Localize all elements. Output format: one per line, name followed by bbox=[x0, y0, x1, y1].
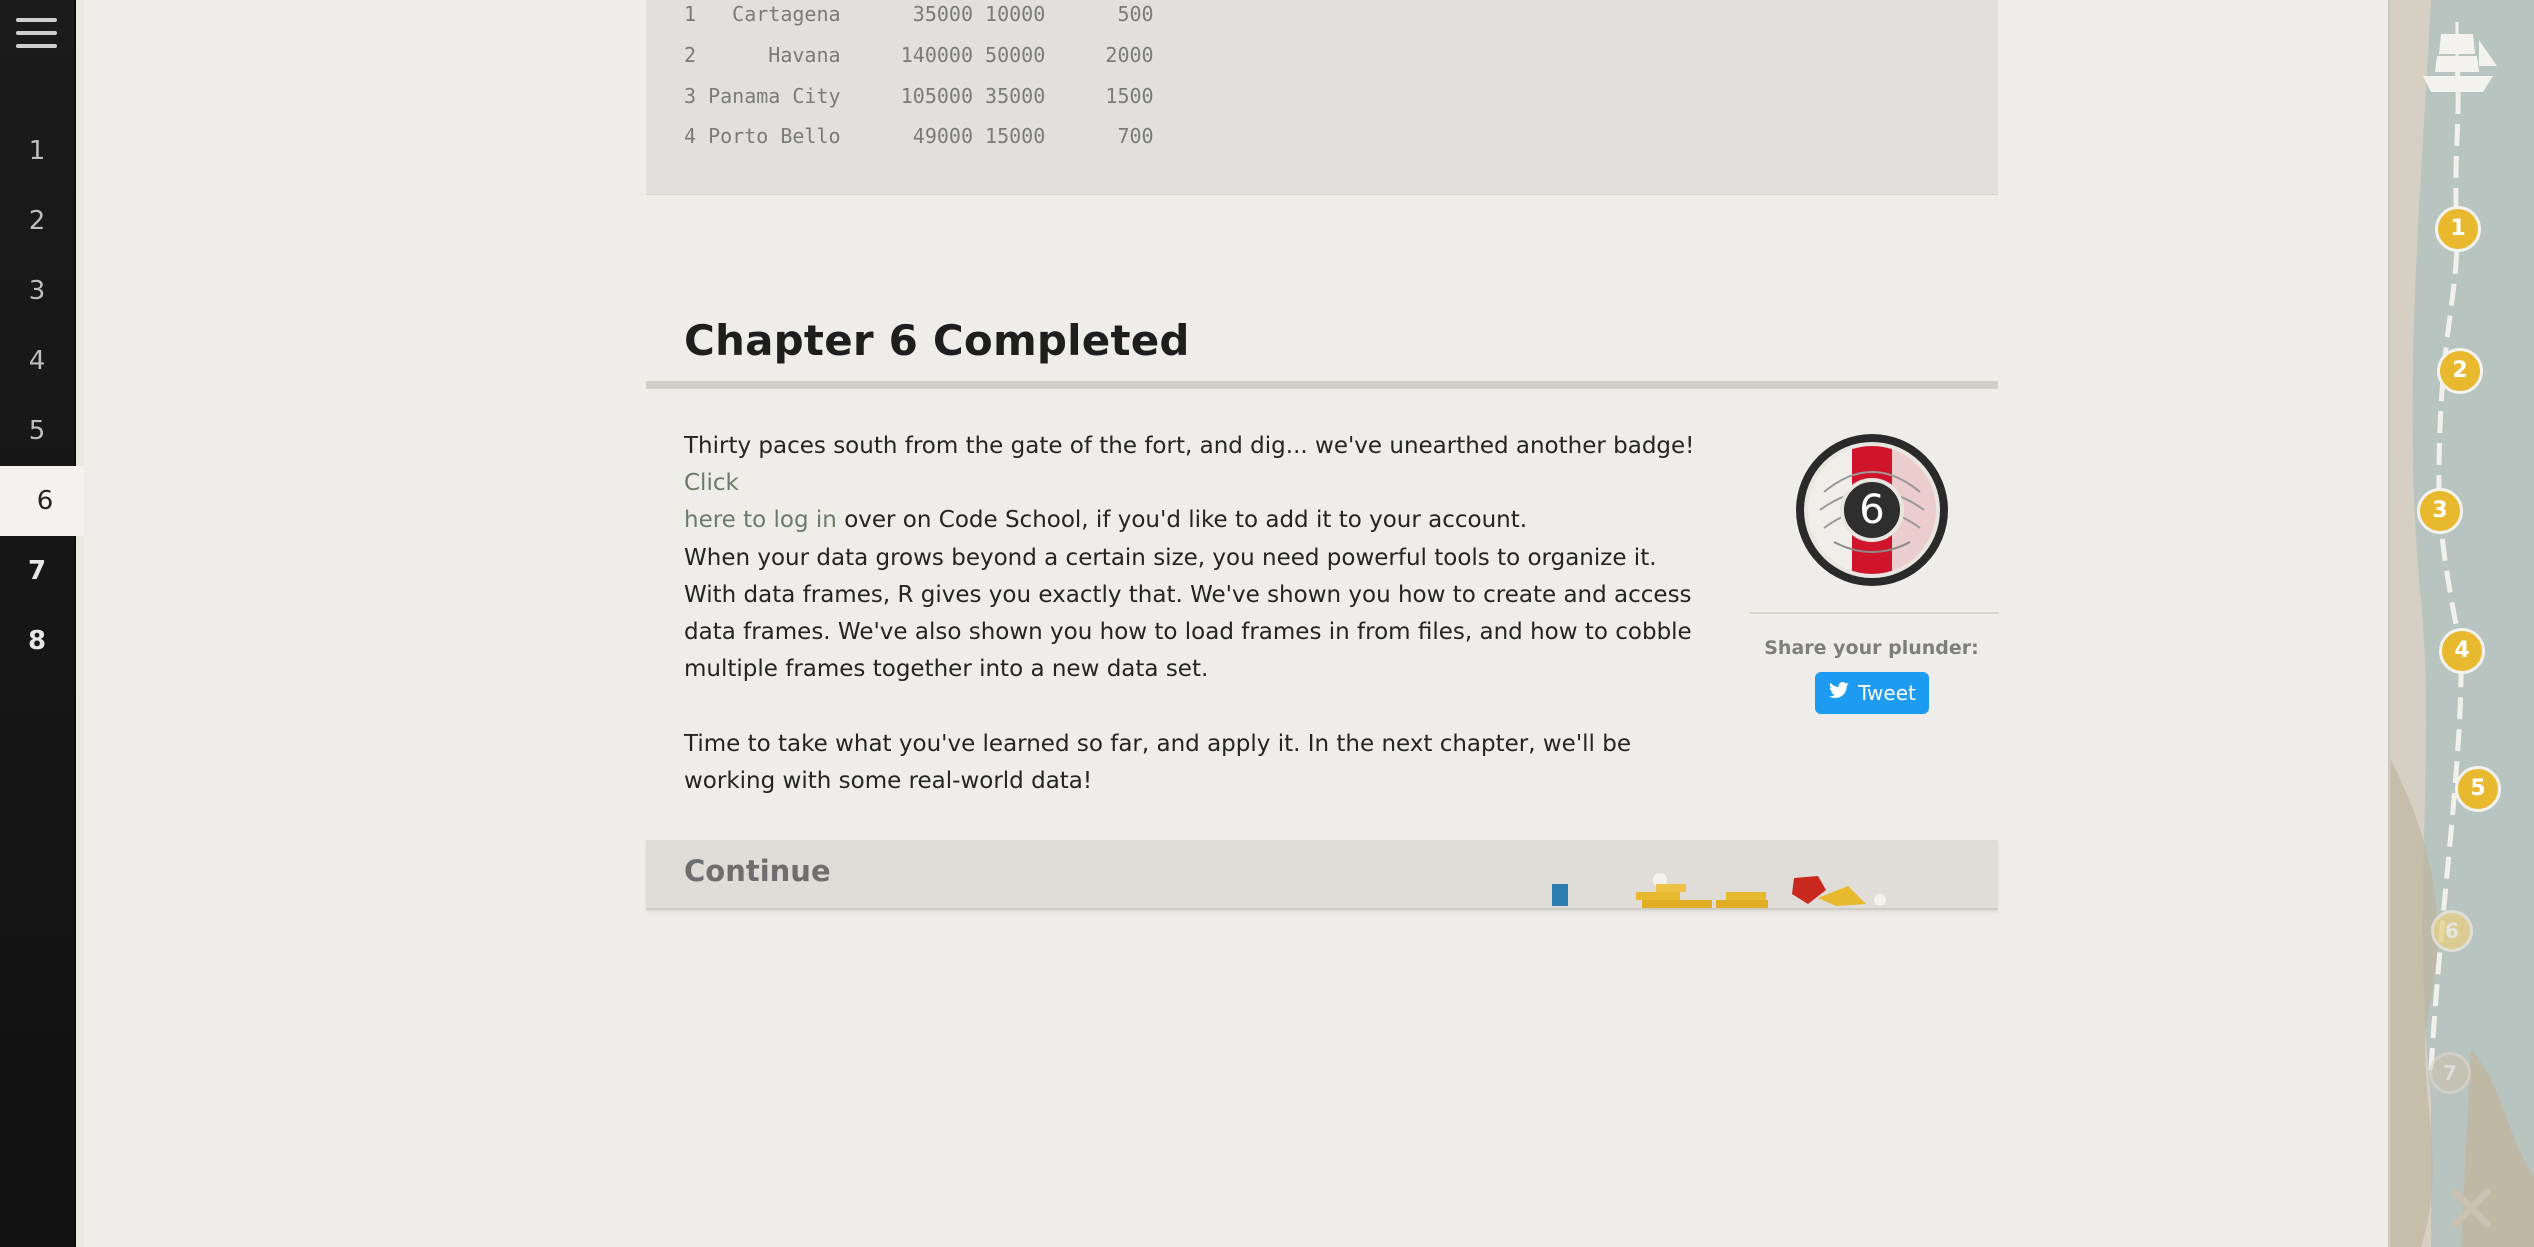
twitter-bird-icon bbox=[1828, 681, 1850, 705]
main-content: 1 Cartagena 35000 10000 500 2 Havana 140… bbox=[84, 0, 2388, 1247]
map-marker-4[interactable]: 4 bbox=[2439, 628, 2485, 674]
next-chapter-paragraph: Time to take what you've learned so far,… bbox=[684, 731, 1631, 794]
login-link-part2[interactable]: here to log in bbox=[684, 507, 837, 533]
code-line: 2 Havana 140000 50000 2000 bbox=[684, 43, 1154, 67]
chapter-link-5[interactable]: 5 bbox=[0, 396, 74, 466]
course-progress-map: 1 2 3 4 5 6 7 bbox=[2388, 0, 2534, 1247]
chapter-list: 1 2 3 4 5 6 7 8 bbox=[0, 116, 90, 676]
title-divider bbox=[646, 381, 1998, 389]
chapter-link-4[interactable]: 4 bbox=[0, 326, 74, 396]
continue-button[interactable]: Continue bbox=[646, 840, 1998, 910]
code-line: 1 Cartagena 35000 10000 500 bbox=[684, 2, 1154, 26]
map-marker-5[interactable]: 5 bbox=[2455, 766, 2501, 812]
x-marks-the-spot-icon bbox=[2449, 1186, 2493, 1230]
summary-paragraph: When your data grows beyond a certain si… bbox=[684, 545, 1692, 682]
treasure-loot-icon bbox=[1546, 854, 1926, 912]
map-marker-6[interactable]: 6 bbox=[2431, 910, 2473, 952]
login-link-part1[interactable]: Click bbox=[684, 470, 739, 496]
badge-number: 6 bbox=[1859, 487, 1885, 533]
code-line: 3 Panama City 105000 35000 1500 bbox=[684, 84, 1154, 108]
badge-text-b: over on Code School, if you'd like to ad… bbox=[836, 507, 1528, 533]
chapter-link-7[interactable]: 7 bbox=[0, 536, 74, 606]
continue-label: Continue bbox=[684, 854, 831, 888]
chapter-link-6-active[interactable]: 6 bbox=[0, 466, 90, 536]
map-marker-1[interactable]: 1 bbox=[2435, 206, 2481, 252]
code-output-block: 1 Cartagena 35000 10000 500 2 Havana 140… bbox=[646, 0, 1998, 195]
chapter-link-8[interactable]: 8 bbox=[0, 606, 74, 676]
chapter-title: Chapter 6 Completed bbox=[684, 316, 1190, 365]
share-label: Share your plunder: bbox=[1764, 637, 1979, 659]
ship-icon bbox=[2413, 14, 2503, 106]
tweet-label: Tweet bbox=[1858, 681, 1916, 705]
chapter-link-1[interactable]: 1 bbox=[0, 116, 74, 186]
code-line: 4 Porto Bello 49000 15000 700 bbox=[684, 124, 1154, 148]
tweet-button[interactable]: Tweet bbox=[1815, 672, 1929, 714]
share-divider bbox=[1749, 612, 1999, 614]
map-marker-3[interactable]: 3 bbox=[2417, 488, 2463, 534]
chapter-link-3[interactable]: 3 bbox=[0, 256, 74, 326]
badge-paragraph: Thirty paces south from the gate of the … bbox=[684, 428, 1714, 539]
chapter-badge: 6 bbox=[1794, 432, 1950, 588]
map-marker-2[interactable]: 2 bbox=[2437, 348, 2483, 394]
map-marker-7[interactable]: 7 bbox=[2429, 1052, 2471, 1094]
hamburger-icon[interactable] bbox=[16, 18, 57, 56]
chapter-sidebar: 1 2 3 4 5 6 7 8 bbox=[0, 0, 90, 1247]
chapter-link-2[interactable]: 2 bbox=[0, 186, 74, 256]
badge-text-a: Thirty paces south from the gate of the … bbox=[684, 433, 1695, 459]
